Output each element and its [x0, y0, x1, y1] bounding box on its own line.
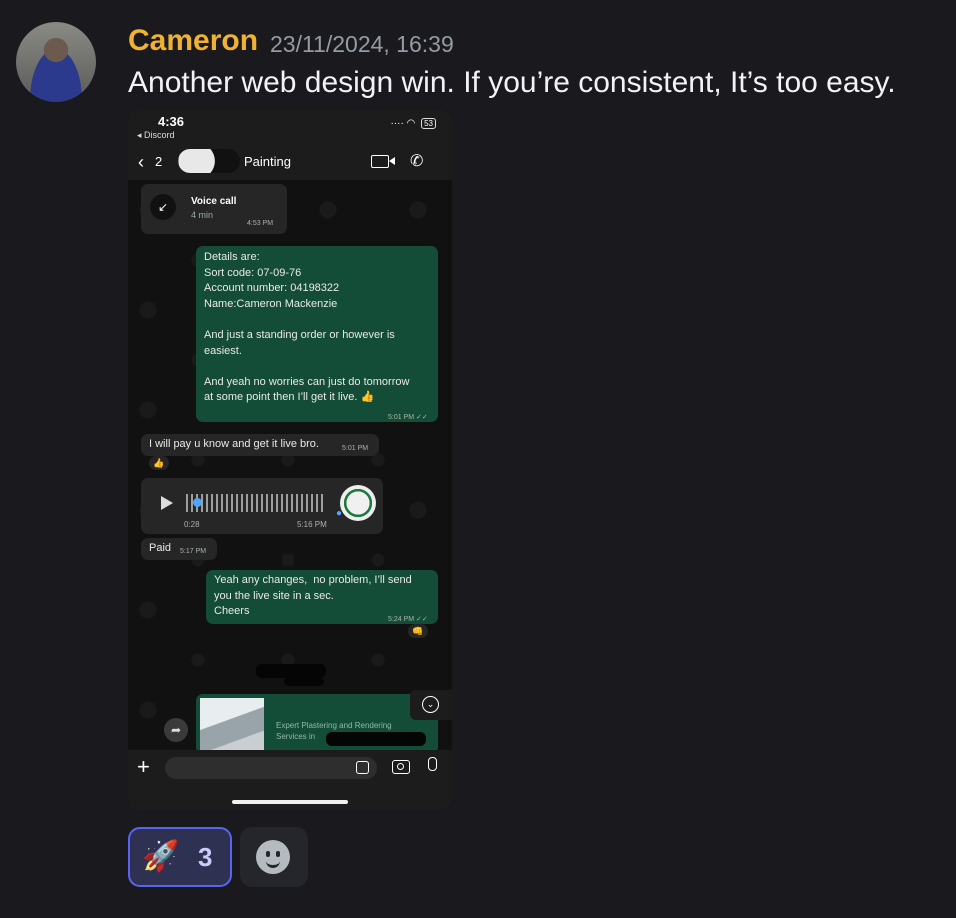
status-bar: 4:36 ◂ Discord ···· ◠ 53 [128, 110, 452, 144]
reply-bubble-1: I will pay u know and get it live bro. 5… [141, 434, 379, 456]
add-reaction-icon [256, 840, 290, 874]
redaction [256, 664, 326, 678]
chat-area: ↙ Voice call 4 min 4:53 PM Details are: … [128, 180, 452, 750]
confirm-reaction: 👊 [408, 624, 428, 638]
video-icon [371, 155, 389, 168]
home-indicator [232, 800, 348, 804]
reply-bubble-2: Paid 5:17 PM [141, 538, 217, 560]
avatar[interactable] [16, 22, 96, 102]
voice-call-time: 4:53 PM [247, 220, 274, 227]
reply-1-reaction: 👍 [149, 456, 169, 470]
link-thumbnail [200, 698, 264, 754]
signal-icon: ···· ◠ [390, 118, 416, 129]
redacted-contact-avatar [178, 149, 240, 173]
rocket-icon: 🚀 [142, 839, 180, 874]
reaction-rocket[interactable]: 🚀 3 [128, 827, 232, 887]
status-icons: ···· ◠ 53 [390, 118, 436, 129]
confirm-message-text: Yeah any changes, no problem, I’ll send … [214, 574, 412, 618]
reply-1-time: 5:01 PM [342, 445, 369, 452]
link-preview[interactable]: Expert Plastering and Rendering Services… [196, 694, 438, 754]
author-name[interactable]: Cameron [128, 24, 258, 58]
details-message-bubble: Details are: Sort code: 07-09-76 Account… [196, 246, 438, 422]
voice-call-title: Voice call [191, 196, 237, 207]
scroll-down-button: ⌄ [410, 690, 452, 720]
redaction [326, 732, 426, 746]
chat-header: ‹ 2 Painting ✆ [128, 144, 452, 180]
redaction [284, 678, 324, 686]
incoming-call-icon: ↙ [150, 194, 176, 220]
screenshot-attachment[interactable]: 4:36 ◂ Discord ···· ◠ 53 ‹ 2 Painting ✆ … [128, 110, 452, 810]
battery-icon: 53 [421, 118, 436, 129]
voice-note-avatar [340, 485, 376, 521]
details-message-text: Details are: Sort code: 07-09-76 Account… [204, 251, 410, 404]
mic-icon [428, 757, 437, 771]
phone-icon: ✆ [410, 153, 424, 170]
voice-call-bubble: ↙ Voice call 4 min 4:53 PM [141, 184, 287, 234]
back-count: 2 [155, 154, 163, 169]
status-time: 4:36 [158, 114, 185, 129]
reply-2-text: Paid [149, 542, 172, 554]
details-message-time: 5:01 PM ✓✓ [388, 414, 428, 421]
voice-note-bubble: 0:28 5:16 PM ● [141, 478, 383, 534]
reply-1-text: I will pay u know and get it live bro. [149, 438, 319, 450]
waveform [186, 494, 326, 512]
mic-icon: ● [336, 508, 343, 519]
message-input-bar: + [128, 750, 452, 810]
add-reaction-button[interactable] [240, 827, 308, 887]
forward-icon: ➦ [164, 718, 188, 742]
voice-call-duration: 4 min [191, 210, 214, 220]
message-text: Another web design win. If you’re consis… [128, 66, 896, 99]
message-timestamp: 23/11/2024, 16:39 [270, 31, 454, 57]
camera-icon [392, 760, 410, 774]
confirm-message-bubble: Yeah any changes, no problem, I’ll send … [206, 570, 438, 624]
voice-note-time: 5:16 PM [297, 520, 327, 529]
reply-2-time: 5:17 PM [180, 548, 207, 555]
sticker-icon [356, 761, 369, 774]
voice-note-duration: 0:28 [184, 520, 200, 529]
plus-icon: + [137, 754, 150, 779]
playback-dot [193, 498, 202, 507]
reaction-count: 3 [198, 842, 213, 872]
chevron-down-icon: ⌄ [422, 696, 439, 713]
contact-name: Painting [244, 154, 291, 169]
message-input [165, 757, 377, 779]
status-back-link: ◂ Discord [137, 130, 175, 140]
play-icon [161, 496, 173, 510]
chevron-left-icon: ‹ [138, 152, 144, 172]
